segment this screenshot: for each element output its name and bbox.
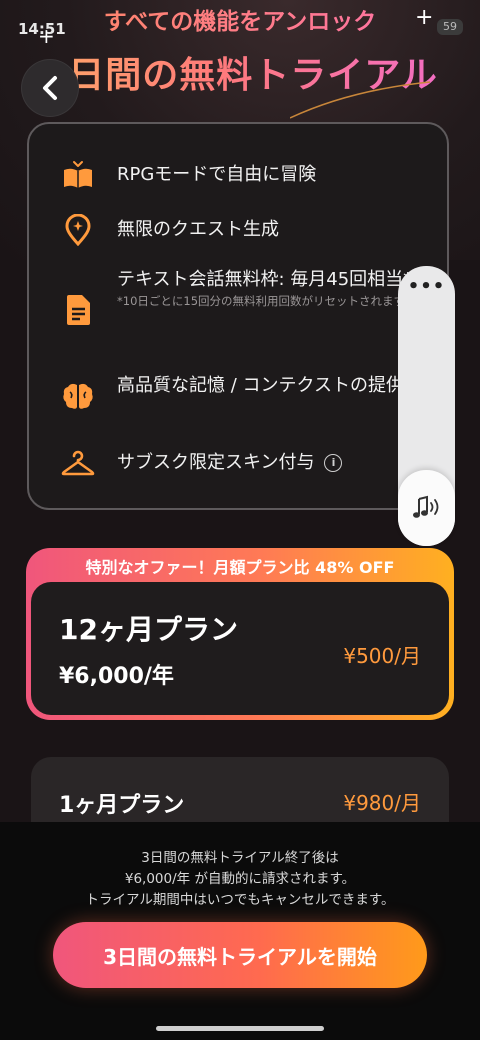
yearly-plan-option[interactable]: 特別なオファー！月額プラン比 48% OFF 12ヶ月プラン ¥6,000/年 …	[26, 548, 454, 720]
audio-toggle-button[interactable]	[398, 470, 455, 546]
brain-icon	[61, 379, 95, 413]
disclaimer-line: トライアル期間中はいつでもキャンセルできます。	[85, 892, 395, 908]
back-button[interactable]	[22, 60, 78, 116]
feature-list-card: RPGモードで自由に冒険 無限のクエスト生成 テキスト会話無料枠: 毎月45回相…	[27, 122, 449, 510]
trial-disclaimer: 3日間の無料トライアル終了後は ¥6,000/年 が自動的に請求されます。 トラ…	[0, 848, 480, 911]
more-menu-icon[interactable]: •••	[398, 276, 455, 297]
plan-monthly-price: ¥980/月	[343, 791, 421, 815]
plus-icon: +	[415, 5, 434, 30]
feature-text: 高品質な記憶 / コンテクストの提供	[117, 375, 404, 396]
hanger-icon	[61, 446, 95, 480]
plan-name: 12ヶ月プラン	[59, 613, 238, 646]
plan-monthly-price: ¥500/月	[343, 644, 421, 668]
home-indicator	[156, 1026, 324, 1031]
decorative-curve	[290, 81, 430, 119]
feature-text: 無限のクエスト生成	[117, 219, 279, 240]
open-book-icon	[61, 158, 95, 192]
location-pin-sparkle-icon	[61, 213, 95, 247]
plus-icon: +	[38, 24, 55, 48]
floating-media-panel[interactable]: •••	[398, 266, 455, 546]
start-trial-button[interactable]: 3日間の無料トライアルを開始	[53, 922, 427, 988]
plan-yearly-price: ¥6,000/年	[59, 664, 174, 689]
yearly-plan-card[interactable]: 12ヶ月プラン ¥6,000/年 ¥500/月	[31, 582, 449, 715]
disclaimer-line: ¥6,000/年 が自動的に請求されます。	[124, 871, 356, 887]
feature-text: サブスク限定スキン付与 i	[117, 450, 417, 475]
feature-text: RPGモードで自由に冒険	[117, 164, 317, 185]
unlock-tagline: すべての機能をアンロック	[0, 2, 480, 36]
feature-text: テキスト会話無料枠: 毎月45回相当* *10日ごとに15回分の無料利用回数がリ…	[117, 267, 427, 309]
feature-main-text: サブスク限定スキン付与	[117, 452, 315, 473]
feature-footnote: *10日ごとに15回分の無料利用回数がリセットされます	[117, 294, 406, 308]
battery-badge: 59	[437, 19, 463, 35]
music-note-sound-icon	[412, 495, 438, 518]
document-icon	[61, 293, 95, 327]
chevron-left-icon	[43, 76, 57, 100]
plan-name: 1ヶ月プラン	[59, 793, 185, 818]
disclaimer-line: 3日間の無料トライアル終了後は	[141, 850, 339, 866]
feature-main-text: テキスト会話無料枠: 毎月45回相当*	[117, 269, 413, 290]
special-offer-banner: 特別なオファー！月額プラン比 48% OFF	[85, 558, 395, 577]
info-icon[interactable]: i	[324, 454, 343, 472]
